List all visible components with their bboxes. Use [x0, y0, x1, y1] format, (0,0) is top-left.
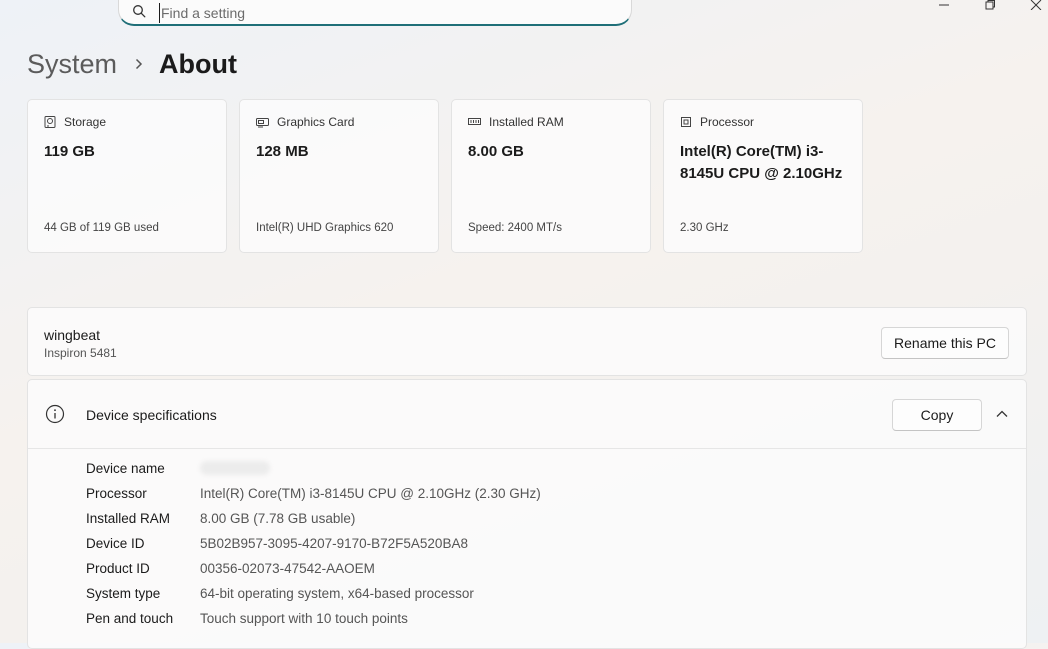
spec-label: Device name — [86, 461, 165, 476]
restore-button[interactable] — [967, 0, 1013, 12]
chevron-right-icon — [135, 58, 143, 70]
device-specifications-title: Device specifications — [86, 407, 217, 423]
collapse-button[interactable] — [992, 406, 1012, 422]
spec-label: Pen and touch — [86, 611, 174, 626]
spec-list: Device name Processor Intel(R) Core(TM) … — [86, 460, 541, 635]
spec-value-redacted — [200, 461, 270, 475]
card-value: 119 GB — [44, 143, 95, 160]
device-specifications-header[interactable]: Device specifications Copy — [28, 380, 1026, 449]
close-icon — [1030, 0, 1042, 10]
spec-value: 5B02B957-3095-4207-9170-B72F5A520BA8 — [200, 536, 468, 551]
graphics-card-icon — [256, 117, 269, 127]
spec-value: 8.00 GB (7.78 GB usable) — [200, 511, 356, 526]
storage-card[interactable]: Storage 119 GB 44 GB of 119 GB used — [27, 99, 227, 253]
minimize-icon — [939, 4, 949, 6]
spec-row-device-name: Device name — [86, 460, 541, 485]
breadcrumb-system[interactable]: System — [27, 49, 117, 80]
search-icon — [133, 5, 146, 18]
spec-value: Intel(R) Core(TM) i3-8145U CPU @ 2.10GHz… — [200, 486, 541, 501]
spec-row-device-id: Device ID 5B02B957-3095-4207-9170-B72F5A… — [86, 535, 541, 560]
graphics-card-card[interactable]: Graphics Card 128 MB Intel(R) UHD Graphi… — [239, 99, 439, 253]
processor-icon — [681, 117, 691, 127]
spec-row-system-type: System type 64-bit operating system, x64… — [86, 585, 541, 610]
search-box[interactable] — [118, 0, 632, 26]
storage-icon — [44, 116, 56, 128]
spec-row-processor: Processor Intel(R) Core(TM) i3-8145U CPU… — [86, 485, 541, 510]
spec-label: Product ID — [86, 561, 150, 576]
pc-model: Inspiron 5481 — [44, 346, 117, 360]
spec-row-installed-ram: Installed RAM 8.00 GB (7.78 GB usable) — [86, 510, 541, 535]
spec-row-product-id: Product ID 00356-02073-47542-AAOEM — [86, 560, 541, 585]
restore-icon — [985, 0, 995, 10]
pc-name: wingbeat — [44, 327, 101, 343]
card-subtext: Intel(R) UHD Graphics 620 — [256, 222, 394, 234]
pc-name-section: wingbeat Inspiron 5481 Rename this PC — [27, 307, 1027, 376]
card-title: Installed RAM — [489, 115, 564, 129]
copy-button[interactable]: Copy — [892, 399, 982, 431]
card-value: 8.00 GB — [468, 143, 524, 160]
device-specifications-panel: Device specifications Copy Device name P… — [27, 379, 1027, 649]
info-icon — [45, 404, 65, 424]
card-value: Intel(R) Core(TM) i3-8145U CPU @ 2.10GHz — [680, 143, 843, 182]
chevron-up-icon — [996, 410, 1008, 417]
spec-value: 64-bit operating system, x64-based proce… — [200, 586, 474, 601]
spec-label: Processor — [86, 486, 147, 501]
spec-label: Device ID — [86, 536, 145, 551]
card-title: Processor — [700, 115, 755, 129]
close-button[interactable] — [1013, 0, 1048, 12]
page-title: About — [159, 48, 237, 79]
search-input[interactable] — [159, 3, 601, 23]
spec-label: System type — [86, 586, 161, 601]
card-subtext: 2.30 GHz — [680, 222, 729, 234]
card-subtext: Speed: 2400 MT/s — [468, 222, 562, 234]
spec-value: Touch support with 10 touch points — [200, 611, 408, 626]
ram-card[interactable]: Installed RAM 8.00 GB Speed: 2400 MT/s — [451, 99, 651, 253]
card-title: Storage — [64, 115, 107, 129]
card-value: 128 MB — [256, 143, 309, 160]
processor-card[interactable]: Processor Intel(R) Core(TM) i3-8145U CPU… — [663, 99, 863, 253]
rename-pc-button[interactable]: Rename this PC — [881, 327, 1009, 359]
ram-icon — [468, 118, 481, 125]
card-subtext: 44 GB of 119 GB used — [44, 222, 159, 234]
spec-row-pen-and-touch: Pen and touch Touch support with 10 touc… — [86, 610, 541, 635]
card-title: Graphics Card — [277, 115, 355, 129]
breadcrumb: System About — [27, 44, 237, 84]
spec-label: Installed RAM — [86, 511, 171, 526]
minimize-button[interactable] — [921, 0, 967, 12]
spec-value: 00356-02073-47542-AAOEM — [200, 561, 375, 576]
